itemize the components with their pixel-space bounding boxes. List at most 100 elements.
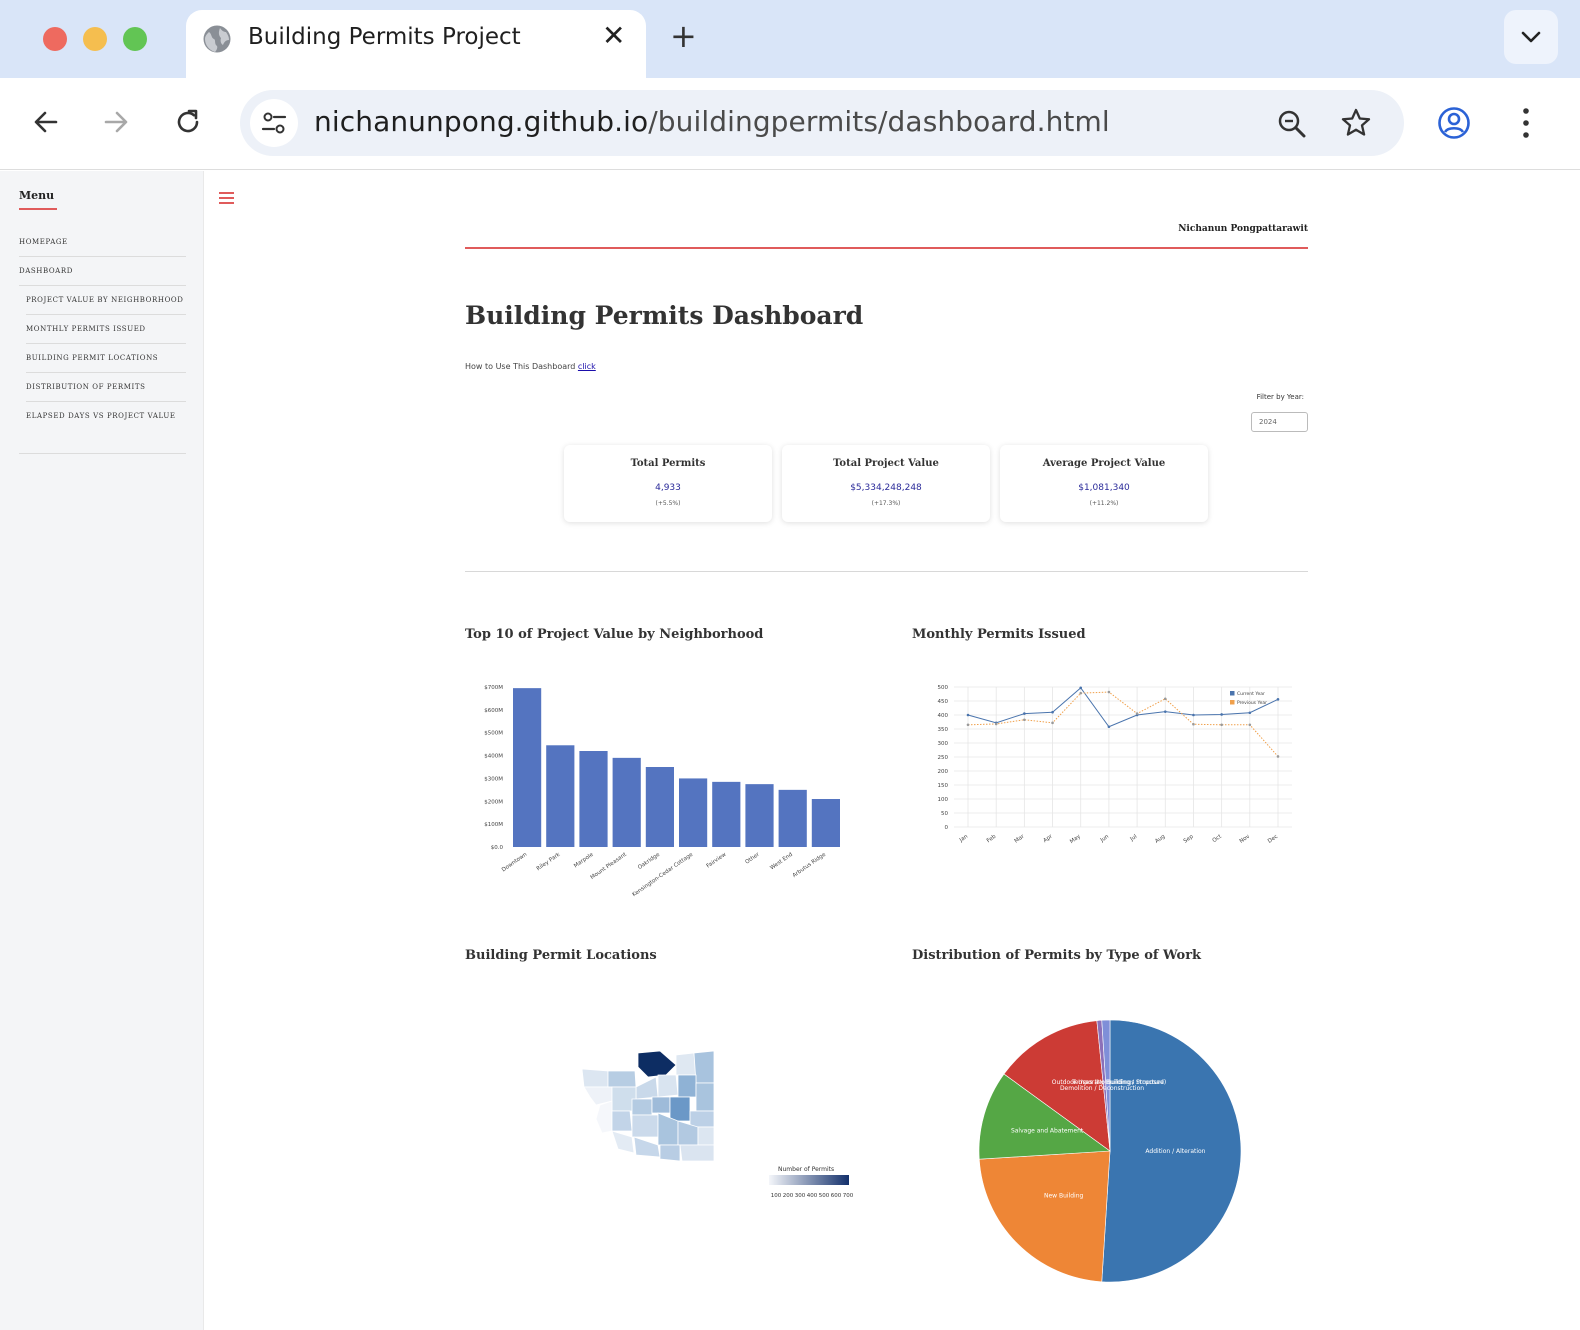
x-tick-label: Other <box>744 851 761 865</box>
bar-chart-title: Top 10 of Project Value by Neighborhood <box>465 627 764 642</box>
data-point <box>1248 723 1252 727</box>
x-tick-label: Oct <box>1212 833 1224 844</box>
pie-chart: Addition / Alteration New Building Salvage… <box>978 1019 1242 1283</box>
url-host: nichanunpong.github.io <box>314 105 649 138</box>
legend-tick-label: 500 <box>819 1193 830 1199</box>
legend-tick-label: 400 <box>807 1193 818 1199</box>
x-tick-label: Oakridge <box>637 851 661 871</box>
more-menu-icon[interactable] <box>1516 106 1536 140</box>
address-bar[interactable]: nichanunpong.github.io/buildingpermits/d… <box>240 90 1404 156</box>
map-legend-gradient <box>769 1175 849 1185</box>
pie-slice <box>978 1150 1111 1283</box>
x-tick-label: Jul <box>1129 833 1139 843</box>
data-point <box>1220 713 1223 716</box>
y-tick-label: $700M <box>484 685 503 691</box>
kpi-card-total-value: Total Project Value $5,334,248,248 (+17.… <box>782 445 990 522</box>
tune-icon <box>261 112 287 134</box>
data-point <box>994 722 998 726</box>
sidebar-item-homepage[interactable]: Homepage <box>19 228 186 257</box>
x-tick-label: Jun <box>1099 833 1111 844</box>
x-tick-label: Nov <box>1239 833 1252 844</box>
bar <box>679 778 708 847</box>
new-tab-icon[interactable]: + <box>670 20 697 52</box>
slice-label: Demolition / Deconstruction <box>1060 1085 1144 1092</box>
sidebar-item-permit-locations[interactable]: Building Permit Locations <box>26 344 186 373</box>
kpi-change: (+17.3%) <box>871 500 901 507</box>
back-arrow-icon[interactable] <box>30 106 62 138</box>
slice-label: New Building <box>1044 1192 1084 1199</box>
y-tick-label: 400 <box>938 713 949 719</box>
y-tick-label: 150 <box>938 783 949 789</box>
x-tick-label: Aug <box>1154 834 1166 845</box>
kpi-value: $5,334,248,248 <box>850 483 922 493</box>
howto-link[interactable]: click <box>578 362 596 371</box>
close-window-button[interactable] <box>43 27 67 51</box>
kpi-title: Total Permits <box>630 458 706 469</box>
profile-icon[interactable] <box>1437 106 1471 140</box>
data-point <box>1248 711 1252 715</box>
kpi-value: 4,933 <box>655 483 681 493</box>
data-point <box>1023 712 1026 715</box>
maximize-window-button[interactable] <box>123 27 147 51</box>
hamburger-menu-icon[interactable] <box>219 192 234 206</box>
legend-swatch <box>1230 691 1235 696</box>
data-point <box>1107 690 1111 694</box>
site-info-button[interactable] <box>250 99 298 147</box>
data-point <box>966 713 970 717</box>
data-point <box>1192 722 1195 726</box>
x-tick-label: Jan <box>958 833 970 844</box>
y-tick-label: $200M <box>484 799 503 805</box>
y-tick-label: $100M <box>484 822 503 828</box>
legend-swatch <box>1230 700 1235 705</box>
line-chart-title: Monthly Permits Issued <box>912 627 1086 642</box>
browser-tab[interactable]: Building Permits Project ✕ <box>186 10 646 78</box>
sidebar-item-elapsed-days[interactable]: Elapsed Days vs Project Value <box>26 402 186 431</box>
forward-arrow-icon[interactable] <box>100 106 132 138</box>
kpi-title: Total Project Value <box>833 458 939 469</box>
x-tick-label: May <box>1069 833 1082 845</box>
tab-search-button[interactable] <box>1504 10 1558 64</box>
data-point <box>1163 710 1167 713</box>
data-point <box>1276 698 1280 701</box>
minimize-window-button[interactable] <box>83 27 107 51</box>
y-tick-label: 0 <box>945 825 949 831</box>
x-tick-label: Fairview <box>706 851 728 869</box>
bar <box>546 745 575 847</box>
x-tick-label: Feb <box>986 833 998 844</box>
browser-toolbar: nichanunpong.github.io/buildingpermits/d… <box>0 78 1580 170</box>
y-tick-label: 100 <box>938 797 949 803</box>
sidebar-item-dashboard[interactable]: Dashboard <box>19 257 186 286</box>
zoom-icon[interactable] <box>1276 108 1308 140</box>
kpi-title: Average Project Value <box>1042 458 1166 469</box>
tab-strip: Building Permits Project ✕ + <box>0 0 1580 78</box>
bookmark-star-icon[interactable] <box>1340 107 1372 139</box>
x-tick-label: Mount Pleasant <box>590 851 629 881</box>
kpi-card-total-permits: Total Permits 4,933 (+5.5%) <box>564 445 772 522</box>
reload-icon[interactable] <box>172 106 204 138</box>
kpi-change: (+5.5%) <box>655 500 681 507</box>
close-tab-icon[interactable]: ✕ <box>602 22 625 50</box>
data-point <box>1051 721 1054 725</box>
data-point <box>1163 697 1167 701</box>
page-title: Building Permits Dashboard <box>465 301 864 330</box>
y-tick-label: 500 <box>938 685 949 691</box>
data-point <box>966 723 970 727</box>
x-tick-label: Mar <box>1014 833 1027 844</box>
legend-label: Previous Year <box>1237 700 1267 706</box>
bar <box>612 757 641 847</box>
menu-underline <box>19 208 57 210</box>
author-name: Nichanun Pongpattarawit <box>1178 224 1308 234</box>
year-filter-input[interactable]: 2024 <box>1251 412 1308 432</box>
legend-tick-label: 100 <box>771 1193 782 1199</box>
x-tick-label: West End <box>769 852 794 872</box>
data-point <box>1079 691 1083 695</box>
legend-label: Current Year <box>1237 691 1265 697</box>
y-tick-label: $400M <box>484 754 503 760</box>
bar <box>811 799 840 847</box>
sidebar-item-distribution[interactable]: Distribution of Permits <box>26 373 186 402</box>
howto-label: How to Use This Dashboard <box>465 362 576 371</box>
url-text: nichanunpong.github.io/buildingpermits/d… <box>314 105 1110 138</box>
year-filter-label: Filter by Year: <box>1256 393 1304 401</box>
sidebar-item-project-value[interactable]: Project Value by Neighborhood <box>26 286 186 315</box>
sidebar-item-monthly-permits[interactable]: Monthly Permits Issued <box>26 315 186 344</box>
